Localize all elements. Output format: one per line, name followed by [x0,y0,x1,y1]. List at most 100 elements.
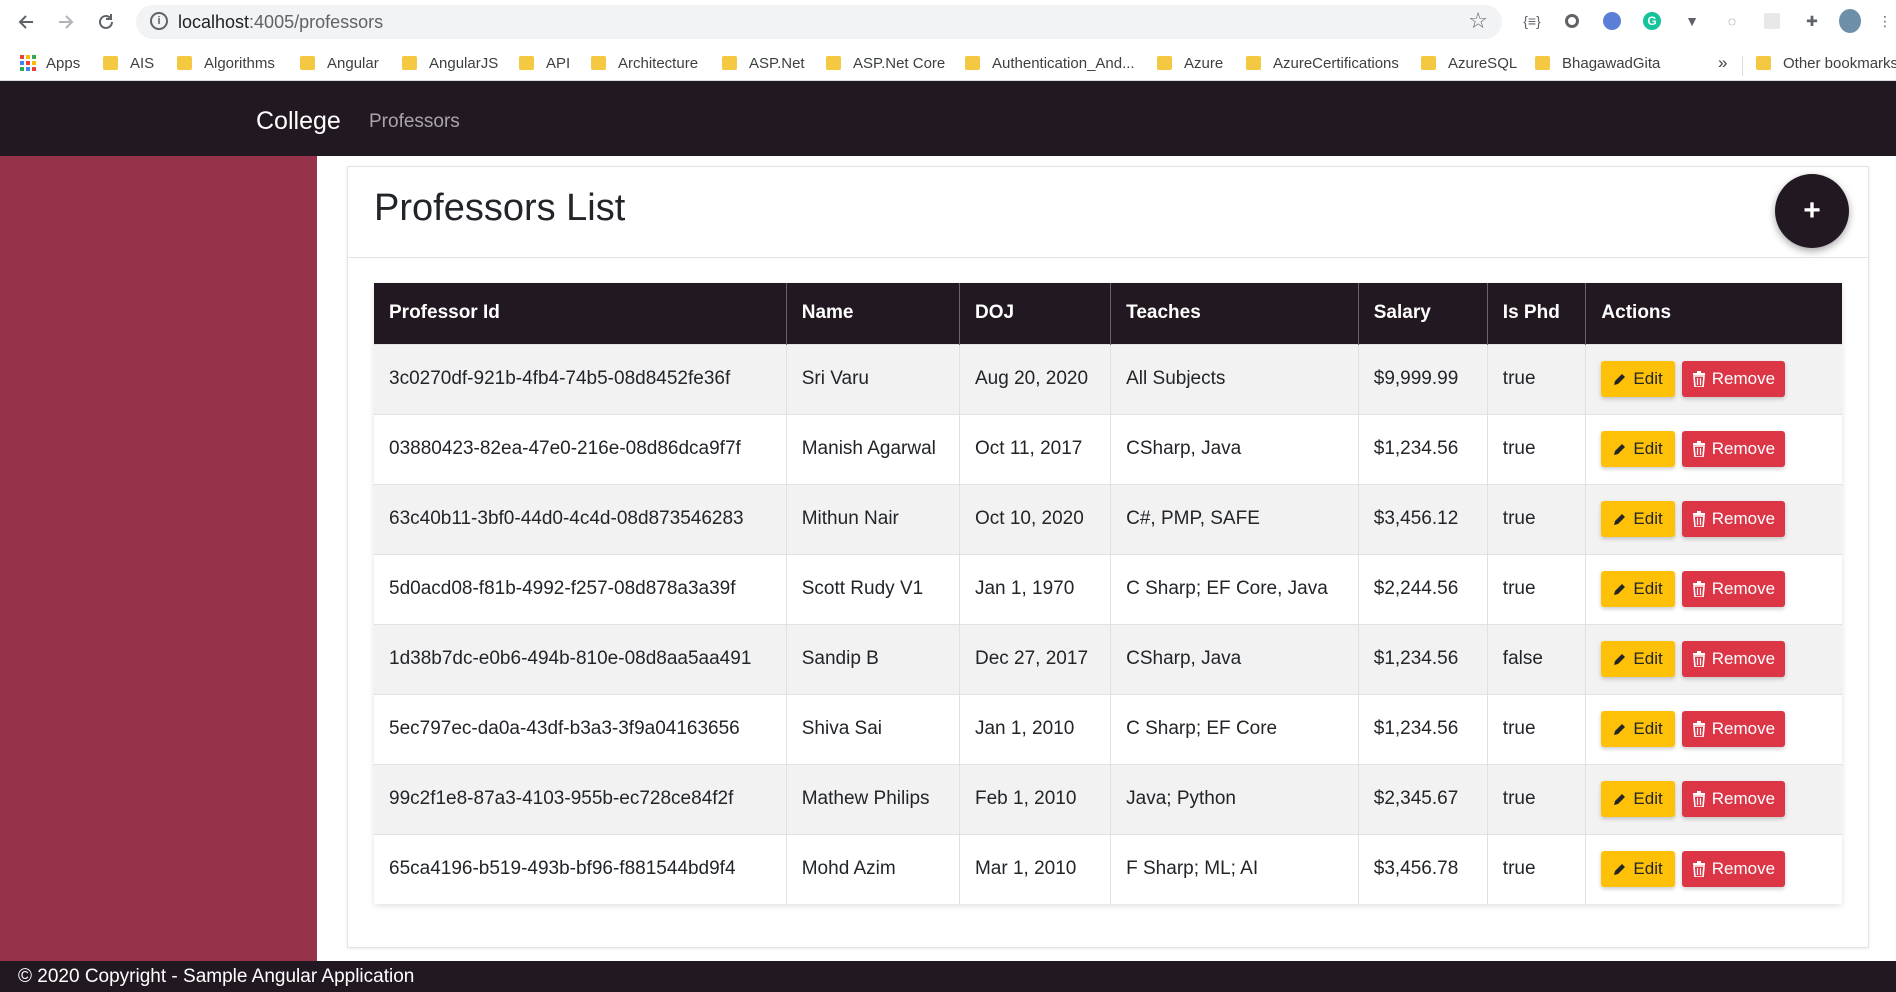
pencil-icon [1614,374,1626,385]
extension-spark-icon[interactable]: ◌ [1721,10,1743,32]
bookmark-folder[interactable]: Authentication_And... [965,52,1135,74]
extension-circle-icon[interactable] [1561,10,1583,32]
pencil-icon [1614,794,1626,805]
edit-button[interactable]: Edit [1601,781,1675,817]
table-row: 63c40b11-3bf0-44d0-4c4d-08d873546283 Mit… [374,483,1842,554]
bookmark-folder[interactable]: API [519,52,570,74]
cell-salary: $1,234.56 [1358,623,1488,694]
bookmark-folder[interactable]: ASP.Net [722,52,805,74]
bookmark-folder[interactable]: Angular [300,52,379,74]
cell-professor-id: 63c40b11-3bf0-44d0-4c4d-08d873546283 [374,483,787,554]
bookmark-apps[interactable]: Apps [20,52,80,74]
edit-button[interactable]: Edit [1601,711,1675,747]
bookmark-folder[interactable]: Azure [1157,52,1223,74]
bookmark-folder[interactable]: AngularJS [402,52,498,74]
info-icon[interactable]: i [150,12,168,30]
cell-is-phd: true [1487,833,1587,904]
folder-icon [103,56,118,70]
bookmark-folder[interactable]: AzureCertifications [1246,52,1399,74]
remove-button[interactable]: Remove [1681,431,1786,467]
edit-button-label: Edit [1633,789,1663,808]
remove-button-label: Remove [1711,649,1776,668]
remove-button[interactable]: Remove [1681,641,1786,677]
extension-compass-icon[interactable] [1601,10,1623,32]
cell-doj: Jan 1, 1970 [959,553,1112,624]
extension-grammarly-icon[interactable]: G [1641,10,1663,32]
edit-button-label: Edit [1633,859,1663,879]
extension-vue-icon[interactable]: ▼ [1681,10,1703,32]
bookmark-folder[interactable]: BhagawadGita [1535,52,1660,74]
extension-json-icon[interactable]: {≡} [1521,10,1543,32]
edit-button-label: Edit [1633,649,1663,668]
edit-button[interactable]: Edit [1601,571,1675,607]
bookmark-label: AngularJS [429,54,499,72]
edit-button-label: Edit [1633,579,1663,598]
remove-button[interactable]: Remove [1681,781,1786,817]
bookmark-folder[interactable]: Algorithms [177,52,275,74]
cell-professor-id: 99c2f1e8-87a3-4103-955b-ec728ce84f2f [374,763,787,834]
cell-salary: $1,234.56 [1358,413,1488,484]
column-header-doj: DOJ [959,283,1112,344]
add-professor-button[interactable]: + [1775,174,1849,248]
folder-icon [591,56,606,70]
cell-actions: Edit Remove [1585,833,1842,904]
trash-icon [1692,791,1705,807]
folder-icon [826,56,841,70]
extensions-puzzle-icon[interactable]: ✚ [1801,10,1823,32]
profile-avatar-icon[interactable] [1839,9,1861,33]
cell-teaches: F Sharp; ML; AI [1110,833,1359,904]
cell-is-phd: true [1487,763,1587,834]
remove-button[interactable]: Remove [1681,361,1786,397]
url-text[interactable]: localhost:4005/professors [178,12,383,33]
bookmark-folder[interactable]: ASP.Net Core [826,52,945,74]
cell-professor-id: 65ca4196-b519-493b-bf96-f881544bd9f4 [374,833,787,904]
cell-name: Manish Agarwal [786,413,960,484]
bookmark-label: Angular [327,54,379,72]
address-bar[interactable]: i localhost:4005/professors ☆ [136,5,1502,39]
bookmarks-overflow-button[interactable]: » [1718,52,1727,74]
brand-link[interactable]: College [256,107,341,136]
trash-icon [1692,581,1705,597]
browser-menu-icon[interactable]: ⋮ [1874,10,1896,32]
browser-toolbar: i localhost:4005/professors ☆ {≡} G ▼ ◌ … [0,0,1896,44]
bookmark-folder[interactable]: AzureSQL [1421,52,1517,74]
forward-arrow-icon[interactable] [52,8,80,36]
footer-copyright: © 2020 Copyright - Sample Angular Applic… [18,966,415,987]
edit-button[interactable]: Edit [1601,641,1675,677]
other-bookmarks-folder[interactable]: Other bookmarks [1756,52,1896,74]
cell-actions: Edit Remove [1585,343,1842,414]
bookmark-folder[interactable]: AIS [103,52,154,74]
bookmark-label: AIS [130,54,155,72]
edit-button-label: Edit [1633,369,1663,388]
cell-teaches: CSharp, Java [1110,623,1359,694]
bookmark-star-icon[interactable]: ☆ [1468,8,1488,34]
card-header: Professors List + [348,167,1868,258]
cell-name: Sri Varu [786,343,960,414]
remove-button[interactable]: Remove [1681,711,1786,747]
bookmark-label: BhagawadGita [1562,54,1661,72]
trash-icon [1692,721,1705,737]
remove-button[interactable]: Remove [1681,571,1786,607]
edit-button[interactable]: Edit [1601,501,1675,537]
back-arrow-icon[interactable] [12,8,40,36]
pencil-icon [1614,584,1626,595]
remove-button-label: Remove [1711,859,1776,879]
cell-teaches: CSharp, Java [1110,413,1359,484]
reload-icon[interactable] [92,8,120,36]
remove-button-label: Remove [1711,439,1776,458]
bookmark-folder[interactable]: Architecture [591,52,698,74]
column-header-teaches: Teaches [1110,283,1359,344]
table-row: 1d38b7dc-e0b6-494b-810e-08d8aa5aa491 San… [374,623,1842,694]
edit-button[interactable]: Edit [1601,851,1675,888]
table-row: 99c2f1e8-87a3-4103-955b-ec728ce84f2f Mat… [374,763,1842,834]
folder-icon [965,56,980,70]
remove-button[interactable]: Remove [1681,851,1786,888]
extension-square-icon[interactable] [1761,10,1783,32]
cell-actions: Edit Remove [1585,553,1842,624]
edit-button[interactable]: Edit [1601,361,1675,397]
remove-button[interactable]: Remove [1681,501,1786,537]
cell-salary: $2,244.56 [1358,553,1488,624]
table-header-row: Professor Id Name DOJ Teaches Salary Is … [374,283,1842,344]
edit-button[interactable]: Edit [1601,431,1675,467]
nav-link-professors[interactable]: Professors [369,111,460,133]
